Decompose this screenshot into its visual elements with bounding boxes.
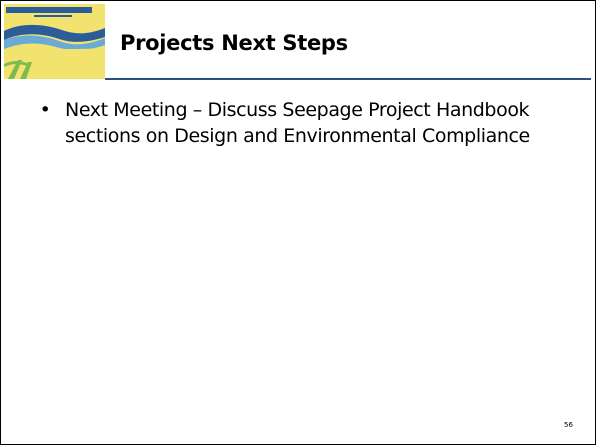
bullet-dot-icon: • (39, 99, 51, 121)
slide-number: 56 (564, 421, 573, 429)
river-logo-graphic (4, 4, 105, 79)
logo-subtitle-band (34, 15, 72, 17)
river-logo-icon (4, 4, 105, 79)
slide-title: Projects Next Steps (120, 31, 348, 55)
title-divider (105, 78, 591, 80)
logo-title-band (6, 7, 92, 13)
slide: Projects Next Steps • Next Meeting – Dis… (0, 0, 596, 445)
bullet-text: Next Meeting – Discuss Seepage Project H… (65, 99, 530, 147)
bullet-list: • Next Meeting – Discuss Seepage Project… (38, 97, 558, 149)
bullet-item: • Next Meeting – Discuss Seepage Project… (38, 97, 558, 149)
